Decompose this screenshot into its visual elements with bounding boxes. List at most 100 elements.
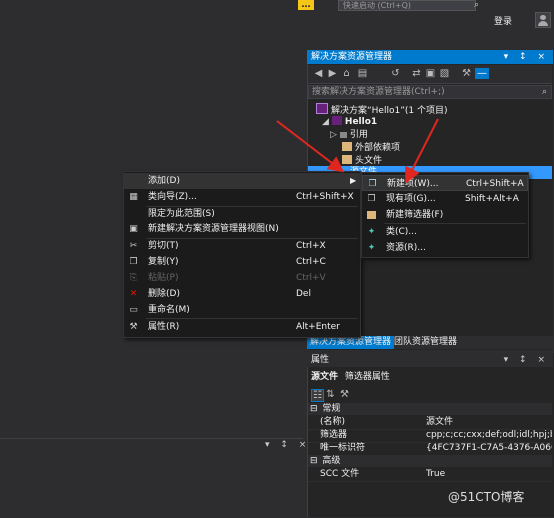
object-name: 源文件 xyxy=(311,372,339,382)
notification-flag-icon[interactable]: … xyxy=(298,0,314,10)
search-icon[interactable]: ⌕ xyxy=(474,0,486,10)
properties-object-selector[interactable]: 源文件 筛选器属性 xyxy=(308,371,554,384)
class-icon: ✦ xyxy=(367,227,376,237)
back-icon[interactable]: ◀ xyxy=(313,68,324,79)
menu-item-add[interactable]: 添加(D) ▶ xyxy=(124,173,360,189)
category-label: 常规 xyxy=(322,404,341,414)
menu-item-delete[interactable]: ✕ 删除(D) Del xyxy=(124,286,360,302)
wrench-icon: ⚒ xyxy=(129,322,138,332)
scissors-icon: ✂ xyxy=(129,241,138,251)
show-all-files-icon[interactable]: ▧ xyxy=(439,68,450,79)
add-submenu: ❐ 新建项(W)... Ctrl+Shift+A ❐ 现有项(G)... Shi… xyxy=(361,172,529,258)
watermark: @51CTO博客 xyxy=(448,490,525,504)
menu-item-properties[interactable]: ⚒ 属性(R) Alt+Enter xyxy=(124,319,360,335)
property-row[interactable]: 唯一标识符 {4FC737F1-C7A5-4376-A066-2 xyxy=(308,442,552,456)
properties-title-text: 属性 xyxy=(311,355,330,365)
paste-icon: ⎘ xyxy=(129,273,138,283)
menu-item-rename[interactable]: ▭ 重命名(M) xyxy=(124,302,360,318)
menu-item-class-wizard[interactable]: ▦ 类向导(Z)... Ctrl+Shift+X xyxy=(124,189,360,205)
expand-arrow-icon[interactable]: ◢ xyxy=(322,117,329,127)
property-value[interactable]: cpp;c;cc;cxx;def;odl;idl;hpj;bat xyxy=(426,429,552,442)
solution-explorer-search-input[interactable]: 搜索解决方案资源管理器(Ctrl+;) ⌕ xyxy=(308,85,552,99)
collapse-icon[interactable]: ⊟ xyxy=(310,404,318,414)
solution-explorer-window-controls[interactable]: ▾ ↕ × xyxy=(504,50,549,64)
menu-item-new-filter[interactable]: 新建筛选器(F) xyxy=(362,207,528,223)
solution-explorer-title-text: 解决方案资源管理器 xyxy=(311,52,393,62)
property-key: 筛选器 xyxy=(320,430,348,440)
history-icon[interactable]: ↺ xyxy=(390,68,401,79)
tab-team-explorer[interactable]: 团队资源管理器 xyxy=(391,336,460,349)
property-pages-icon[interactable]: ⚒ xyxy=(339,389,350,400)
menu-item-shortcut: Ctrl+V xyxy=(296,273,326,283)
switch-views-icon[interactable]: ▤ xyxy=(357,68,368,79)
menu-item-shortcut: Ctrl+X xyxy=(296,241,326,251)
sync-icon[interactable]: ⇄ xyxy=(411,68,422,79)
tree-label: 头文件 xyxy=(355,156,383,166)
menu-item-label: 新建项(W)... xyxy=(387,179,439,189)
collapse-arrow-icon[interactable]: ▷ xyxy=(330,130,337,140)
quick-launch-input[interactable]: 快速启动 (Ctrl+Q) xyxy=(338,0,476,11)
menu-item-label: 新建筛选器(F) xyxy=(386,210,444,220)
property-key: 唯一标识符 xyxy=(320,443,366,453)
property-category[interactable]: ⊟ 常规 xyxy=(308,403,552,415)
tree-item-references[interactable]: ▷ 引用 xyxy=(330,129,368,142)
pin-icon[interactable]: — xyxy=(475,68,489,79)
menu-item-label: 粘贴(P) xyxy=(148,273,179,283)
properties-toolbar: ☷ ⇅ ⚒ xyxy=(308,386,552,402)
property-category[interactable]: ⊟ 高级 xyxy=(308,455,552,467)
property-value[interactable]: {4FC737F1-C7A5-4376-A066-2 xyxy=(426,442,552,455)
output-pane-controls[interactable]: ▾ ↕ × xyxy=(265,440,310,450)
menu-item-copy[interactable]: ❐ 复制(Y) Ctrl+C xyxy=(124,254,360,270)
search-icon: ⌕ xyxy=(541,87,547,97)
context-menu: 添加(D) ▶ ▦ 类向导(Z)... Ctrl+Shift+X 限定为此范围(… xyxy=(123,171,361,338)
resource-icon: ✦ xyxy=(367,243,376,253)
forward-icon[interactable]: ▶ xyxy=(327,68,338,79)
user-avatar-icon[interactable] xyxy=(535,12,551,28)
copy-icon: ❐ xyxy=(129,257,138,267)
cpp-project-icon xyxy=(331,116,342,125)
properties-window-controls[interactable]: ▾ ↕ × xyxy=(504,353,549,367)
folder-icon xyxy=(367,211,376,219)
menu-item-label: 类向导(Z)... xyxy=(148,192,197,202)
tree-item-solution[interactable]: 解决方案“Hello1”(1 个项目) xyxy=(316,103,447,116)
property-row[interactable]: (名称) 源文件 xyxy=(308,416,552,430)
property-row[interactable]: 筛选器 cpp;c;cc;cxx;def;odl;idl;hpj;bat xyxy=(308,429,552,443)
property-value[interactable]: 源文件 xyxy=(426,416,552,429)
menu-item-new-item[interactable]: ❐ 新建项(W)... Ctrl+Shift+A xyxy=(362,175,528,191)
tree-item-project[interactable]: ◢ Hello1 xyxy=(322,116,377,129)
tree-item-external-deps[interactable]: 外部依赖项 xyxy=(342,142,400,155)
menu-item-resource[interactable]: ✦ 资源(R)... xyxy=(362,240,528,256)
menu-item-shortcut: Ctrl+Shift+A xyxy=(466,179,524,189)
categorized-icon[interactable]: ☷ xyxy=(311,389,324,402)
tree-label: 外部依赖项 xyxy=(355,143,401,153)
alphabetical-icon[interactable]: ⇅ xyxy=(325,389,336,400)
rename-icon: ▭ xyxy=(129,305,138,315)
object-type: 筛选器属性 xyxy=(344,372,390,382)
property-key: (名称) xyxy=(320,417,346,427)
collapse-icon[interactable]: ⊟ xyxy=(310,456,318,466)
menu-item-label: 复制(Y) xyxy=(148,257,179,267)
wrench-icon[interactable]: ⚒ xyxy=(461,68,472,79)
menu-item-label: 删除(D) xyxy=(148,289,180,299)
property-value[interactable]: True xyxy=(426,468,552,481)
properties-title: 属性 ▾ ↕ × xyxy=(307,353,553,367)
property-row[interactable]: SCC 文件 True xyxy=(308,468,552,482)
solution-icon xyxy=(316,103,328,114)
new-item-icon: ❐ xyxy=(368,179,377,189)
menu-item-paste[interactable]: ⎘ 粘贴(P) Ctrl+V xyxy=(124,270,360,286)
menu-item-existing-item[interactable]: ❐ 现有项(G)... Shift+Alt+A xyxy=(362,191,528,207)
menu-item-label: 限定为此范围(S) xyxy=(148,209,215,219)
menu-item-class[interactable]: ✦ 类(C)... xyxy=(362,224,528,240)
menu-item-new-view[interactable]: ▣ 新建解决方案资源管理器视图(N) xyxy=(124,221,360,237)
login-link[interactable]: 登录 xyxy=(494,14,512,27)
home-icon[interactable]: ⌂ xyxy=(341,68,352,79)
menu-item-shortcut: Ctrl+Shift+X xyxy=(296,192,354,202)
menu-item-label: 添加(D) xyxy=(148,176,180,186)
menu-item-scope-to-this[interactable]: 限定为此范围(S) xyxy=(124,206,360,222)
menu-item-shortcut: Del xyxy=(296,289,311,299)
new-view-icon: ▣ xyxy=(129,224,138,234)
collapse-all-icon[interactable]: ▣ xyxy=(425,68,436,79)
menu-item-cut[interactable]: ✂ 剪切(T) Ctrl+X xyxy=(124,238,360,254)
category-label: 高级 xyxy=(322,456,341,466)
tree-label: 解决方案“Hello1”(1 个项目) xyxy=(331,106,448,116)
